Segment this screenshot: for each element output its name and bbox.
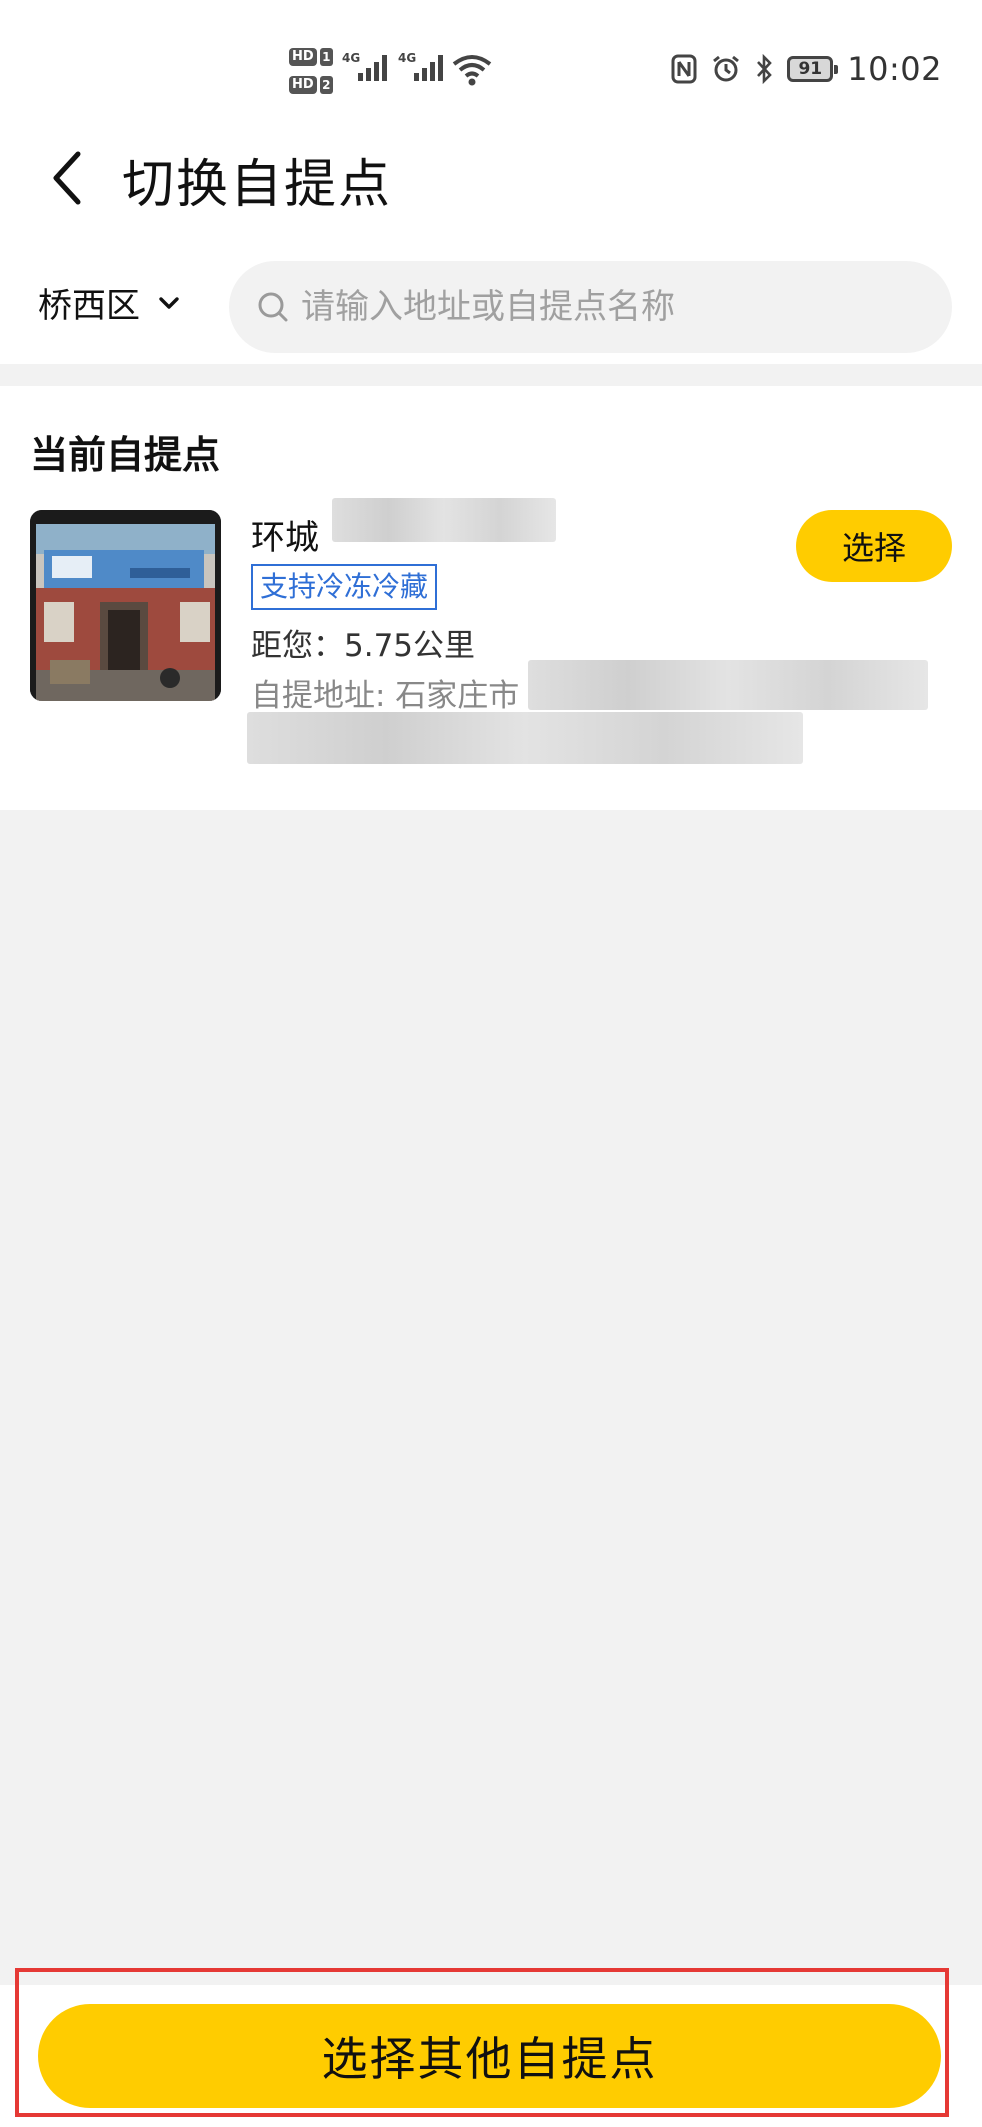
select-button[interactable]: 选择 — [796, 510, 952, 582]
signal-icon: 4G — [342, 51, 387, 81]
alarm-icon — [713, 55, 740, 82]
address-text: 自提地址: 石家庄市 — [251, 678, 520, 714]
network-type: 4G — [342, 51, 361, 65]
clock: 10:02 — [847, 50, 942, 88]
page-title: 切换自提点 — [122, 155, 393, 215]
nfc-icon — [671, 54, 697, 84]
sim-number: 1 — [319, 48, 333, 66]
district-label: 桥西区 — [38, 286, 140, 326]
highlight-box — [15, 1968, 949, 2117]
district-selector[interactable]: 桥西区 — [38, 278, 180, 327]
search-input[interactable] — [299, 286, 903, 328]
current-pickup-card: 当前自提点 环城 支持冷冻冷藏 距您：5.75公里 自提地址: 石家庄市 选择 — [0, 386, 982, 810]
sim-indicators: HD 1 HD 2 — [289, 46, 333, 98]
back-arrow-icon[interactable] — [44, 148, 94, 208]
pickup-name: 环城 — [251, 518, 319, 558]
search-icon — [258, 292, 288, 322]
status-bar: HD 1 HD 2 4G 4G 91 10:02 — [0, 0, 982, 140]
sim-number: 2 — [319, 76, 333, 94]
status-right: 91 10:02 — [671, 50, 942, 88]
redacted-name — [332, 498, 556, 542]
wifi-icon — [452, 55, 492, 86]
pickup-photo — [30, 510, 221, 701]
redacted-address-line2 — [247, 712, 803, 764]
battery-icon: 91 — [787, 56, 839, 82]
bluetooth-icon — [757, 54, 773, 84]
signal-icon: 4G — [398, 51, 443, 81]
hd-label: HD — [289, 76, 317, 94]
chevron-down-icon — [159, 296, 179, 309]
section-title: 当前自提点 — [30, 433, 221, 477]
network-type: 4G — [398, 51, 417, 65]
hd-label: HD — [289, 48, 317, 66]
search-box[interactable] — [229, 261, 952, 353]
distance-text: 距您：5.75公里 — [251, 628, 476, 664]
storefront-photo — [30, 510, 221, 701]
redacted-address — [528, 660, 928, 710]
cold-storage-badge: 支持冷冻冷藏 — [251, 564, 438, 610]
